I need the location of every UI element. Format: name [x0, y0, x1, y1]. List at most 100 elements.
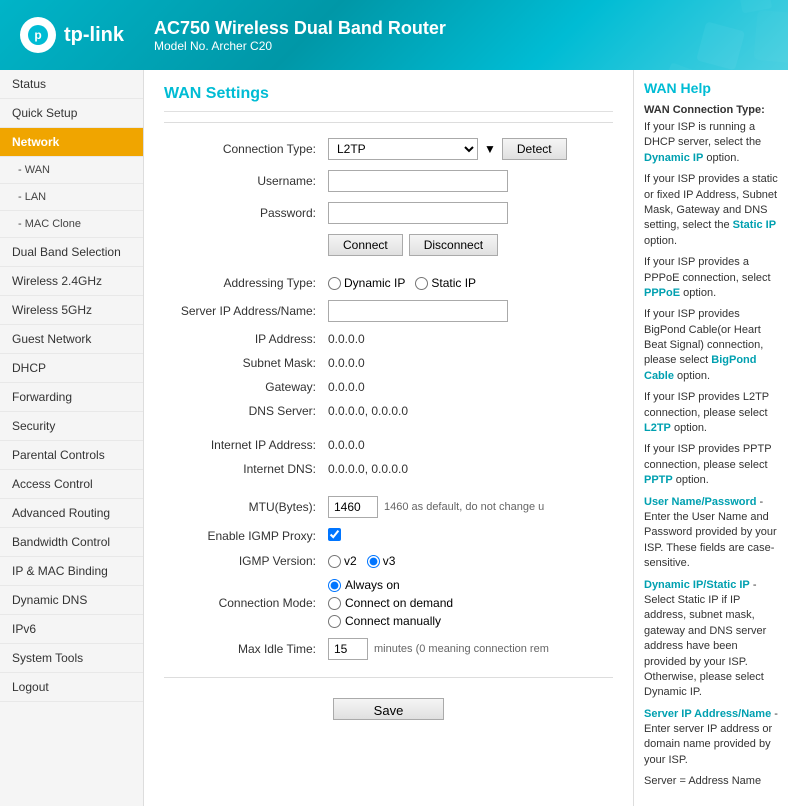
password-input[interactable] [328, 202, 508, 224]
addressing-type-label: Addressing Type: [164, 271, 324, 295]
igmp-v3-radio[interactable] [367, 555, 380, 568]
help-para-8: Dynamic IP/Static IP - Select Static IP … [644, 578, 778, 701]
detect-button[interactable]: Detect [502, 138, 567, 160]
dynamic-ip-option[interactable]: Dynamic IP [328, 276, 405, 290]
sidebar-item-lan[interactable]: - LAN [0, 184, 143, 211]
content-area: WAN Settings Connection Type: L2TP ▼ Det… [144, 70, 633, 806]
sidebar-item-wireless-24[interactable]: Wireless 2.4GHz [0, 267, 143, 296]
connection-mode-label: Connection Mode: [164, 573, 324, 633]
header: p tp-link AC750 Wireless Dual Band Route… [0, 0, 788, 70]
connection-mode-group: Always on Connect on demand Connect manu… [328, 578, 609, 628]
help-para-2: If your ISP provides a static or fixed I… [644, 172, 778, 249]
logo-container: p tp-link [20, 17, 124, 53]
internet-ip-label: Internet IP Address: [164, 433, 324, 457]
max-idle-input[interactable]: 15 [328, 638, 368, 660]
igmp-v3-option[interactable]: v3 [367, 554, 396, 568]
sidebar-item-system-tools[interactable]: System Tools [0, 644, 143, 673]
dns-server-label: DNS Server: [164, 399, 324, 423]
max-idle-note: minutes (0 meaning connection rem [374, 643, 549, 655]
sidebar-item-dual-band[interactable]: Dual Band Selection [0, 238, 143, 267]
server-ip-input[interactable] [328, 300, 508, 322]
gateway-label: Gateway: [164, 375, 324, 399]
on-demand-radio[interactable] [328, 597, 341, 610]
static-ip-option[interactable]: Static IP [415, 276, 476, 290]
addressing-type-radio-group: Dynamic IP Static IP [328, 276, 609, 290]
section-title: WAN Settings [164, 85, 613, 112]
always-on-option[interactable]: Always on [328, 578, 609, 592]
igmp-version-label: IGMP Version: [164, 549, 324, 573]
sidebar-item-advanced-routing[interactable]: Advanced Routing [0, 499, 143, 528]
on-demand-option[interactable]: Connect on demand [328, 596, 609, 610]
help-para-7: User Name/Password - Enter the User Name… [644, 495, 778, 572]
server-note: Server = Address Name [644, 774, 778, 789]
connect-buttons-label [164, 229, 324, 261]
username-label: Username: [164, 165, 324, 197]
help-para-5: If your ISP provides L2TP connection, pl… [644, 390, 778, 436]
internet-ip-value: 0.0.0.0 [328, 438, 365, 452]
header-decoration [588, 0, 788, 70]
max-idle-label: Max Idle Time: [164, 633, 324, 665]
brand-name: tp-link [64, 24, 124, 47]
disconnect-button[interactable]: Disconnect [409, 234, 498, 256]
password-label: Password: [164, 197, 324, 229]
manually-option[interactable]: Connect manually [328, 614, 609, 628]
help-para-1: If your ISP is running a DHCP server, se… [644, 120, 778, 166]
help-para-4: If your ISP provides BigPond Cable(or He… [644, 307, 778, 384]
static-ip-radio[interactable] [415, 277, 428, 290]
internet-dns-label: Internet DNS: [164, 457, 324, 481]
sidebar-item-status[interactable]: Status [0, 70, 143, 99]
sidebar-item-wan[interactable]: - WAN [0, 157, 143, 184]
help-panel: WAN Help WAN Connection Type: If your IS… [633, 70, 788, 806]
mtu-label: MTU(Bytes): [164, 491, 324, 523]
model-number: Model No. Archer C20 [154, 39, 446, 53]
wan-form: Connection Type: L2TP ▼ Detect Username: [164, 133, 613, 665]
mtu-input[interactable]: 1460 [328, 496, 378, 518]
sidebar-item-guest-network[interactable]: Guest Network [0, 325, 143, 354]
sidebar-item-network[interactable]: Network [0, 128, 143, 157]
sidebar-item-dhcp[interactable]: DHCP [0, 354, 143, 383]
max-idle-row: 15 minutes (0 meaning connection rem [328, 638, 609, 660]
sidebar-item-dynamic-dns[interactable]: Dynamic DNS [0, 586, 143, 615]
connection-type-select[interactable]: L2TP [328, 138, 478, 160]
sidebar-item-logout[interactable]: Logout [0, 673, 143, 702]
igmp-proxy-checkbox[interactable] [328, 528, 341, 541]
igmp-v2-radio[interactable] [328, 555, 341, 568]
save-row: Save [164, 688, 613, 730]
igmp-proxy-label: Enable IGMP Proxy: [164, 523, 324, 549]
help-para-3: If your ISP provides a PPPoE connection,… [644, 255, 778, 301]
username-input[interactable] [328, 170, 508, 192]
igmp-v2-option[interactable]: v2 [328, 554, 357, 568]
help-para-6: If your ISP provides PPTP connection, pl… [644, 442, 778, 488]
svg-text:p: p [34, 28, 41, 42]
dns-server-value: 0.0.0.0, 0.0.0.0 [328, 404, 408, 418]
sidebar-item-ipv6[interactable]: IPv6 [0, 615, 143, 644]
dynamic-ip-radio[interactable] [328, 277, 341, 290]
ip-address-value: 0.0.0.0 [328, 332, 365, 346]
header-title-block: AC750 Wireless Dual Band Router Model No… [154, 18, 446, 53]
save-button[interactable]: Save [333, 698, 445, 720]
sidebar-item-ip-mac[interactable]: IP & MAC Binding [0, 557, 143, 586]
main-layout: Status Quick Setup Network - WAN - LAN -… [0, 70, 788, 806]
sidebar-item-mac-clone[interactable]: - MAC Clone [0, 211, 143, 238]
server-ip-label: Server IP Address/Name: [164, 295, 324, 327]
sidebar-item-bandwidth[interactable]: Bandwidth Control [0, 528, 143, 557]
logo-icon: p [20, 17, 56, 53]
gateway-value: 0.0.0.0 [328, 380, 365, 394]
igmp-version-group: v2 v3 [328, 554, 609, 568]
subnet-mask-label: Subnet Mask: [164, 351, 324, 375]
sidebar-item-access-control[interactable]: Access Control [0, 470, 143, 499]
connection-type-label: Connection Type: [164, 133, 324, 165]
help-para-9: Server IP Address/Name - Enter server IP… [644, 707, 778, 769]
sidebar-item-wireless-5[interactable]: Wireless 5GHz [0, 296, 143, 325]
connect-button[interactable]: Connect [328, 234, 403, 256]
sidebar-item-parental[interactable]: Parental Controls [0, 441, 143, 470]
always-on-radio[interactable] [328, 579, 341, 592]
sidebar-item-security[interactable]: Security [0, 412, 143, 441]
sidebar-item-forwarding[interactable]: Forwarding [0, 383, 143, 412]
router-name: AC750 Wireless Dual Band Router [154, 18, 446, 39]
help-title: WAN Help [644, 80, 778, 96]
mtu-row: 1460 1460 as default, do not change u [328, 496, 609, 518]
sidebar-item-quick-setup[interactable]: Quick Setup [0, 99, 143, 128]
subnet-mask-value: 0.0.0.0 [328, 356, 365, 370]
manually-radio[interactable] [328, 615, 341, 628]
